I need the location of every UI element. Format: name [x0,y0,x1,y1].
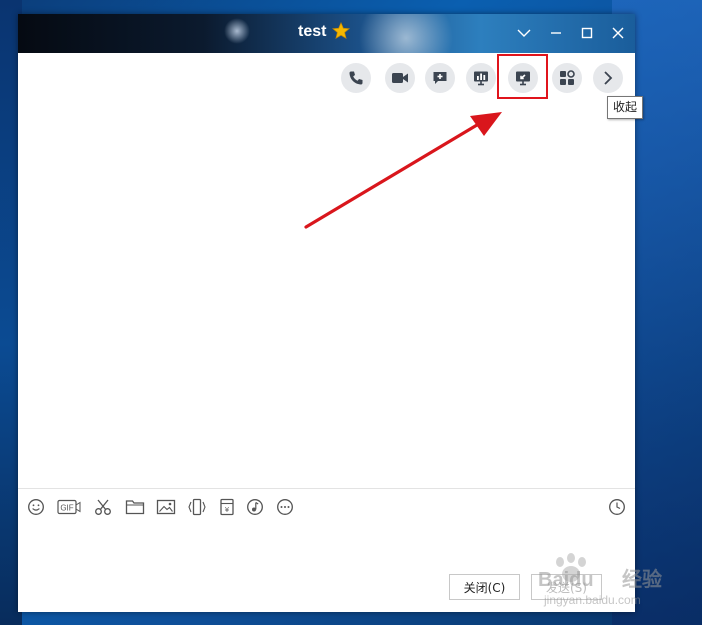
close-button[interactable]: 关闭(C) [449,574,520,600]
watermark-suffix: 经验 [622,567,662,591]
clock-icon[interactable] [606,496,628,518]
voice-call-button[interactable] [341,63,371,93]
minimize-button[interactable] [545,22,567,44]
maximize-button[interactable] [576,22,598,44]
presentation-icon [474,71,488,86]
folder-icon[interactable] [124,496,146,518]
chat-plus-button[interactable] [425,63,455,93]
dropdown-icon[interactable] [513,22,535,44]
title-bar[interactable]: test [18,14,635,53]
collapse-button[interactable] [593,63,623,93]
snowflake-decoration [358,14,478,53]
apps-icon [560,70,575,85]
chat-plus-icon [433,72,447,84]
annotation-arrow [304,112,502,229]
tooltip: 收起 [607,96,644,119]
chevron-right-icon [604,71,613,85]
red-packet-icon[interactable]: ¥ [216,496,238,518]
video-call-button[interactable] [385,63,415,93]
close-window-button[interactable] [607,22,629,44]
music-icon[interactable] [244,496,266,518]
gif-icon[interactable]: GIF [56,496,82,518]
presentation-button[interactable] [466,63,496,93]
window-title: test [298,23,327,40]
title-decoration [224,18,250,44]
star-icon [332,22,350,39]
more-icon[interactable] [274,496,296,518]
svg-text:¥: ¥ [225,506,230,514]
chat-window: test 收起 GIF ¥ 关闭(C) 发送(S) [18,14,644,612]
phone-icon [349,71,363,85]
gif-label: GIF [60,504,73,513]
scissors-icon[interactable] [92,496,114,518]
baidu-watermark: Baidu 经验 jingyan.baidu.com [530,548,680,608]
image-icon[interactable] [155,496,177,518]
input-divider [18,488,635,489]
shake-icon[interactable] [186,496,208,518]
watermark-brand: Baidu [538,569,594,591]
smiley-icon[interactable] [25,496,47,518]
apps-button[interactable] [552,63,582,93]
input-toolbar: GIF ¥ [18,496,635,518]
watermark-url: jingyan.baidu.com [543,593,641,607]
highlight-box [497,54,548,99]
video-camera-icon [392,73,408,83]
